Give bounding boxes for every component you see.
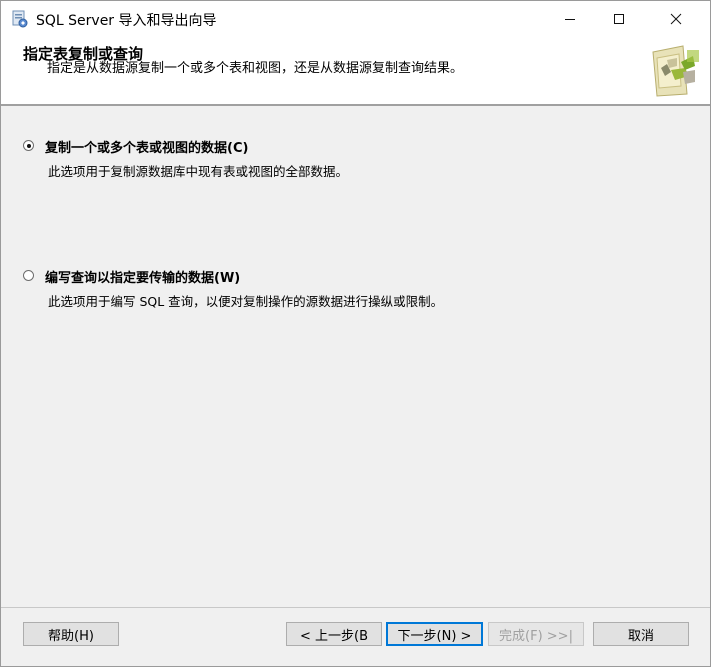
radio-copy-tables[interactable] <box>23 140 34 151</box>
help-button[interactable]: 帮助(H) <box>23 622 119 646</box>
title-bar: SQL Server 导入和导出向导 <box>1 1 710 37</box>
maximize-icon <box>614 14 624 24</box>
wizard-app-icon <box>12 10 28 28</box>
back-button[interactable]: < 上一步(B <box>286 622 382 646</box>
radio-write-query[interactable] <box>23 270 34 281</box>
close-icon <box>670 13 682 25</box>
finish-button[interactable]: 完成(F) >>| <box>488 622 584 646</box>
option-copy-tables-description: 此选项用于复制源数据库中现有表或视图的全部数据。 <box>48 164 349 179</box>
next-button[interactable]: 下一步(N) > <box>386 622 483 646</box>
window-title: SQL Server 导入和导出向导 <box>36 13 217 29</box>
footer-divider <box>1 607 710 608</box>
table-copy-graphic-icon <box>649 42 701 98</box>
close-button[interactable] <box>653 1 699 37</box>
option-write-query-label[interactable]: 编写查询以指定要传输的数据(W) <box>45 267 240 286</box>
wizard-window: SQL Server 导入和导出向导 指定表复制或查询 指定是从数据源复制一个或… <box>0 0 711 667</box>
option-write-query-description: 此选项用于编写 SQL 查询，以便对复制操作的源数据进行操纵或限制。 <box>48 294 444 309</box>
page-subtitle: 指定是从数据源复制一个或多个表和视图，还是从数据源复制查询结果。 <box>47 61 464 76</box>
minimize-icon <box>565 19 575 20</box>
maximize-button[interactable] <box>596 1 642 37</box>
option-copy-tables-label[interactable]: 复制一个或多个表或视图的数据(C) <box>45 137 248 156</box>
minimize-button[interactable] <box>547 1 593 37</box>
wizard-header: 指定表复制或查询 指定是从数据源复制一个或多个表和视图，还是从数据源复制查询结果… <box>1 37 710 106</box>
cancel-button[interactable]: 取消 <box>593 622 689 646</box>
